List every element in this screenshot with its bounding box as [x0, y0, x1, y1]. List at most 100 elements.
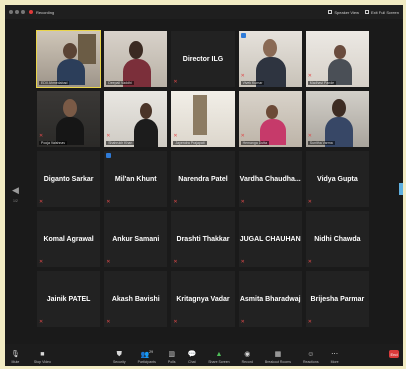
participant-tile[interactable]: Kritagnya Vadar ✕: [171, 271, 235, 327]
recording-label: Recording: [36, 9, 55, 15]
mic-muted-icon: ✕: [173, 319, 178, 325]
participants-icon: 👥29: [140, 349, 154, 358]
breakout-rooms-button[interactable]: ▦ Breakout Rooms: [265, 344, 291, 364]
mic-muted-icon: ✕: [39, 133, 44, 139]
door-frame: [193, 95, 208, 135]
participant-tile[interactable]: Director ILG ✕: [171, 31, 235, 87]
participant-tile[interactable]: Brijesha Parmar ✕: [305, 271, 369, 327]
participant-tile[interactable]: Komal Agrawal ✕: [37, 211, 101, 267]
participant-tile[interactable]: Narendra Patel ✕: [171, 151, 235, 207]
participant-tile[interactable]: Mil'an Khunt ✕: [104, 151, 168, 207]
participant-tile[interactable]: ✕ Shahrukh Khan: [104, 91, 168, 147]
maximize-window-button[interactable]: [21, 10, 25, 14]
microphone-icon: 🎙: [11, 351, 20, 358]
window-controls: [9, 10, 25, 14]
participant-tile[interactable]: ✕ Jayendra Prajapati: [171, 91, 235, 147]
participant-name: Brijesha Parmar: [310, 295, 365, 303]
reactions-button[interactable]: ☺ Reactions: [303, 344, 319, 364]
speaker-view-button[interactable]: Speaker View: [328, 10, 359, 15]
raised-hand-icon: [106, 153, 112, 158]
participant-name: Komal Agrawal: [43, 235, 94, 243]
mic-muted-icon: ✕: [240, 259, 245, 265]
participant-name: EDII Ahmedabad: [39, 81, 70, 85]
participant-name: Vardha Chaudha...: [239, 175, 301, 183]
participant-tile[interactable]: ✕ Sunitha Varma: [305, 91, 369, 147]
polls-button[interactable]: ▥ Polls: [168, 344, 176, 364]
participant-name: Madhavi Pande: [307, 81, 337, 85]
participant-tile[interactable]: JUGAL CHAUHAN ✕: [238, 211, 302, 267]
end-meeting-button[interactable]: End: [389, 350, 399, 358]
participant-name: Jayendra Prajapati: [173, 141, 207, 145]
participant-tile[interactable]: Akash Bavishi ✕: [104, 271, 168, 327]
share-screen-icon: ▲: [215, 351, 223, 358]
participant-tile[interactable]: ✕ Madhavi Pande: [305, 31, 369, 87]
record-icon: ◉: [244, 351, 251, 358]
mic-muted-icon: ✕: [106, 133, 111, 139]
participant-body: [134, 119, 159, 147]
full-screen-icon: [364, 10, 369, 14]
participant-tile[interactable]: EDII Ahmedabad: [35, 30, 102, 88]
participant-tile[interactable]: Drashti Thakkar ✕: [171, 211, 235, 267]
next-page-tab[interactable]: [399, 183, 403, 195]
participant-name: Asmita Bharadwaj: [239, 295, 301, 303]
participant-name: Mil'an Khunt: [114, 175, 157, 183]
participant-name: Narendra Patel: [178, 175, 228, 183]
mic-muted-icon: ✕: [173, 133, 178, 139]
mic-muted-icon: ✕: [240, 319, 245, 325]
more-button[interactable]: ⋯ More: [331, 344, 339, 364]
shield-icon: ⛊: [116, 351, 122, 358]
security-button[interactable]: ⛊ Security: [113, 344, 126, 364]
participant-head: [265, 105, 278, 119]
participant-name: Vivek Kumar: [240, 81, 265, 85]
participant-tile[interactable]: Ankur Samani ✕: [104, 211, 168, 267]
close-window-button[interactable]: [9, 10, 13, 14]
participant-name: Director ILG: [182, 55, 224, 63]
participant-tile[interactable]: ✕ Hemanga Dutta: [238, 91, 302, 147]
participants-button[interactable]: 👥29 Participants: [138, 344, 156, 364]
share-screen-button[interactable]: ▲ Share Screen: [208, 344, 229, 364]
participant-name: Drashti Thakkar: [176, 235, 230, 243]
participant-name: Shahrukh Khan: [106, 141, 135, 145]
participant-tile[interactable]: Nidhi Chawda ✕: [305, 211, 369, 267]
participant-name: Vidya Gupta: [317, 175, 358, 183]
video-camera-icon: ■: [40, 351, 45, 358]
participant-tile[interactable]: ✕ Pooja Vaishnav: [37, 91, 101, 147]
exit-full-screen-button[interactable]: Exit Full Screen: [364, 10, 399, 15]
minimize-window-button[interactable]: [15, 10, 19, 14]
participant-name: Akash Bavishi: [111, 295, 160, 303]
mic-muted-icon: ✕: [240, 199, 245, 205]
title-bar: Recording Speaker View Exit Full Screen: [5, 5, 403, 19]
participant-head: [63, 43, 77, 59]
participant-head: [63, 99, 77, 117]
meeting-toolbar: 🎙 Mute ■ Stop Video ⛊ Security 👥29 Parti…: [5, 344, 403, 366]
mic-muted-icon: ✕: [240, 73, 245, 79]
participant-tile[interactable]: ✕ Vivek Kumar: [238, 31, 302, 87]
record-button[interactable]: ◉ Record: [242, 344, 253, 364]
participant-tile[interactable]: Jainik PATEL ✕: [37, 271, 101, 327]
stop-video-button[interactable]: ■ Stop Video: [34, 344, 51, 364]
page-indicator: 1/2: [13, 199, 18, 203]
mic-muted-icon: ✕: [106, 199, 111, 205]
mic-muted-icon: ✕: [307, 259, 312, 265]
participant-name: JUGAL CHAUHAN: [239, 235, 301, 243]
gallery-grid: EDII Ahmedabad Deepali Vaddhi Director I…: [35, 30, 369, 327]
participant-tile[interactable]: Diganto Sarkar ✕: [37, 151, 101, 207]
participant-tile[interactable]: Vidya Gupta ✕: [305, 151, 369, 207]
mic-muted-icon: ✕: [106, 259, 111, 265]
mic-muted-icon: ✕: [307, 199, 312, 205]
mute-button[interactable]: 🎙 Mute: [11, 344, 20, 364]
poll-chart-icon: ▥: [168, 351, 176, 358]
bookshelf: [78, 34, 97, 64]
mic-muted-icon: ✕: [39, 259, 44, 265]
mic-muted-icon: ✕: [307, 133, 312, 139]
mic-muted-icon: ✕: [39, 319, 44, 325]
chat-button[interactable]: 💬 Chat: [188, 344, 197, 364]
participant-tile[interactable]: Vardha Chaudha... ✕: [238, 151, 302, 207]
participant-name: Hemanga Dutta: [240, 141, 270, 145]
breakout-rooms-icon: ▦: [274, 351, 282, 358]
previous-page-arrow-icon[interactable]: ◀: [12, 185, 19, 196]
recording-icon: [29, 10, 33, 14]
participant-tile[interactable]: Asmita Bharadwaj ✕: [238, 271, 302, 327]
participant-tile[interactable]: Deepali Vaddhi: [104, 31, 168, 87]
smiley-icon: ☺: [307, 351, 315, 358]
